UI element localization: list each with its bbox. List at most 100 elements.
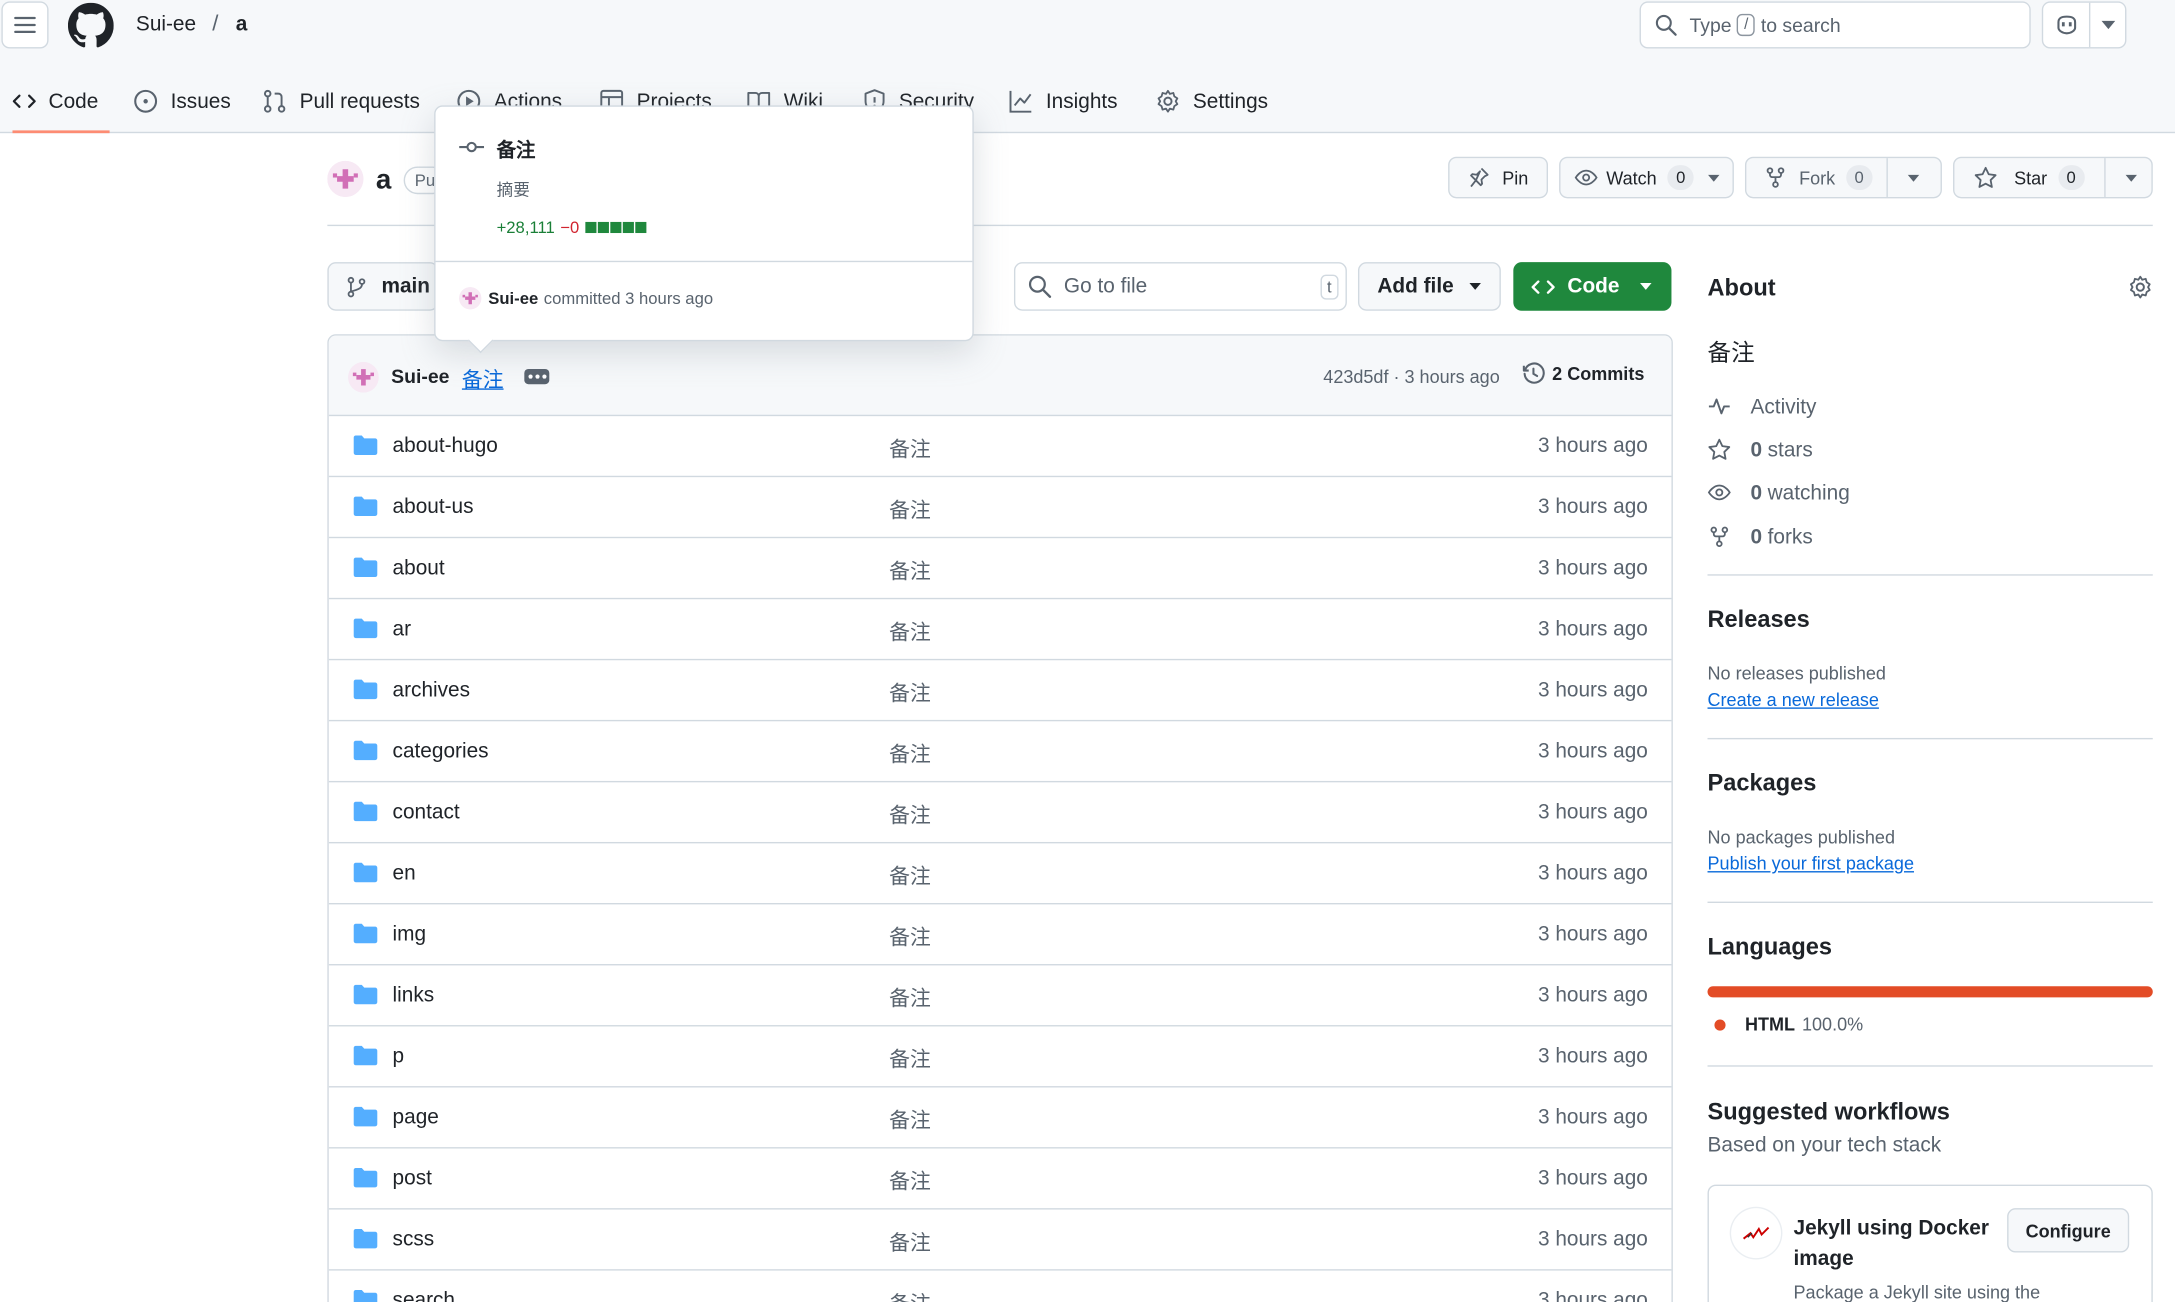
file-row[interactable]: img 备注 3 hours ago xyxy=(328,904,1672,966)
branch-selector[interactable]: main xyxy=(327,262,439,311)
file-name-link[interactable]: links xyxy=(393,983,435,1007)
copilot-dropdown[interactable] xyxy=(2090,20,2125,30)
tab-issues[interactable]: Issues xyxy=(133,72,231,130)
file-row[interactable]: scss 备注 3 hours ago xyxy=(328,1210,1672,1271)
file-row[interactable]: ar 备注 3 hours ago xyxy=(328,599,1672,661)
file-commit-message[interactable]: 备注 xyxy=(889,434,931,463)
file-row[interactable]: archives 备注 3 hours ago xyxy=(328,660,1672,722)
code-button[interactable]: Code xyxy=(1513,262,1672,311)
commits-link[interactable]: 2 Commits xyxy=(1522,362,1644,386)
file-row[interactable]: categories 备注 3 hours ago xyxy=(328,721,1672,783)
file-name-link[interactable]: categories xyxy=(393,739,489,763)
pin-icon xyxy=(1470,167,1489,188)
file-name-link[interactable]: about-us xyxy=(393,495,474,519)
repo-name[interactable]: a xyxy=(376,165,391,197)
file-name-link[interactable]: contact xyxy=(393,800,460,824)
activity-link[interactable]: Activity xyxy=(1708,393,1816,421)
commit-message-link[interactable]: 备注 xyxy=(462,365,504,394)
file-commit-message[interactable]: 备注 xyxy=(889,1167,931,1196)
commit-author[interactable]: Sui-ee xyxy=(391,365,449,387)
fork-count: 0 xyxy=(1846,165,1873,191)
file-row[interactable]: search 备注 3 hours ago xyxy=(329,1271,1672,1302)
file-name-link[interactable]: archives xyxy=(393,678,470,702)
file-commit-message[interactable]: 备注 xyxy=(889,861,931,890)
file-commit-message[interactable]: 备注 xyxy=(889,1228,931,1257)
breadcrumb-owner[interactable]: Sui-ee xyxy=(136,12,196,36)
file-commit-message[interactable]: 备注 xyxy=(889,556,931,585)
tab-insights[interactable]: Insights xyxy=(1008,72,1118,130)
file-commit-message[interactable]: 备注 xyxy=(889,800,931,829)
file-row[interactable]: about-hugo 备注 3 hours ago xyxy=(328,416,1672,478)
file-name-link[interactable]: about xyxy=(393,556,445,580)
breadcrumb-repo[interactable]: a xyxy=(236,12,248,36)
folder-icon xyxy=(353,679,378,700)
create-release-link[interactable]: Create a new release xyxy=(1708,689,1879,710)
file-row[interactable]: en 备注 3 hours ago xyxy=(328,843,1672,905)
file-row[interactable]: contact 备注 3 hours ago xyxy=(328,782,1672,844)
star-button[interactable]: Star 0 xyxy=(1953,156,2153,199)
publish-package-link[interactable]: Publish your first package xyxy=(1708,853,1914,874)
file-name-link[interactable]: post xyxy=(393,1167,432,1191)
fork-button[interactable]: Fork 0 xyxy=(1744,156,1942,199)
star-dropdown[interactable] xyxy=(2103,158,2157,197)
file-row[interactable]: page 备注 3 hours ago xyxy=(328,1087,1672,1149)
file-name-link[interactable]: img xyxy=(393,922,427,946)
language-html[interactable]: HTML 100.0% xyxy=(1714,1014,1863,1035)
go-to-file-placeholder: Go to file xyxy=(1063,274,1148,299)
commit-meta[interactable]: 423d5df · 3 hours ago xyxy=(1323,366,1499,387)
file-name-link[interactable]: search xyxy=(393,1289,455,1302)
popover-commit-title[interactable]: 备注 xyxy=(497,136,536,164)
file-commit-message[interactable]: 备注 xyxy=(889,983,931,1012)
folder-icon xyxy=(353,618,378,639)
file-row[interactable]: about 备注 3 hours ago xyxy=(328,538,1672,600)
file-commit-message[interactable]: 备注 xyxy=(889,1044,931,1073)
add-file-button[interactable]: Add file xyxy=(1357,262,1501,311)
packages-heading[interactable]: Packages xyxy=(1708,770,1817,798)
folder-icon xyxy=(353,1290,378,1302)
owner-avatar[interactable] xyxy=(327,160,364,197)
tab-code[interactable]: Code xyxy=(12,72,110,134)
github-logo-icon[interactable] xyxy=(67,2,114,49)
about-heading: About xyxy=(1707,274,1776,302)
tab-pull-requests[interactable]: Pull requests xyxy=(262,72,420,130)
forks-link[interactable]: 0 forks xyxy=(1708,523,1813,551)
file-commit-message[interactable]: 备注 xyxy=(889,678,931,707)
file-row[interactable]: post 备注 3 hours ago xyxy=(328,1149,1672,1210)
popover-author[interactable]: Sui-ee xyxy=(488,289,538,308)
file-row[interactable]: links 备注 3 hours ago xyxy=(328,965,1672,1027)
configure-button[interactable]: Configure xyxy=(2007,1208,2130,1253)
file-commit-message[interactable]: 备注 xyxy=(889,617,931,646)
file-commit-message[interactable]: 备注 xyxy=(889,739,931,768)
stars-link[interactable]: 0 stars xyxy=(1708,436,1813,464)
commit-ellipsis-button[interactable] xyxy=(524,368,550,385)
file-name-link[interactable]: en xyxy=(393,861,416,885)
file-commit-message[interactable]: 备注 xyxy=(889,1106,931,1135)
watch-dropdown[interactable] xyxy=(1702,158,1731,197)
star-icon xyxy=(1974,166,1997,188)
copilot-button[interactable] xyxy=(2041,1,2127,49)
menu-button[interactable] xyxy=(1,1,49,49)
file-commit-message[interactable]: 备注 xyxy=(889,1289,931,1302)
copilot-main[interactable] xyxy=(2043,2,2091,48)
eye-icon xyxy=(1707,484,1731,501)
file-commit-message[interactable]: 备注 xyxy=(889,922,931,951)
gear-icon[interactable] xyxy=(2128,275,2153,300)
file-row[interactable]: about-us 备注 3 hours ago xyxy=(328,477,1672,539)
watch-button[interactable]: Watch 0 xyxy=(1559,156,1734,199)
file-name-link[interactable]: ar xyxy=(393,617,412,641)
releases-heading[interactable]: Releases xyxy=(1708,606,1810,634)
fork-dropdown[interactable] xyxy=(1886,158,1939,197)
pin-button[interactable]: Pin xyxy=(1448,156,1549,199)
tab-settings[interactable]: Settings xyxy=(1155,72,1268,130)
file-row[interactable]: p 备注 3 hours ago xyxy=(328,1026,1672,1088)
file-name-link[interactable]: about-hugo xyxy=(393,434,498,458)
commit-author-avatar[interactable] xyxy=(348,362,379,393)
popover-avatar[interactable] xyxy=(459,287,482,310)
file-name-link[interactable]: p xyxy=(393,1044,405,1068)
search-input[interactable]: Type / to search xyxy=(1639,1,2031,49)
file-name-link[interactable]: page xyxy=(393,1106,439,1130)
file-commit-message[interactable]: 备注 xyxy=(889,495,931,524)
file-name-link[interactable]: scss xyxy=(393,1228,435,1252)
watching-link[interactable]: 0 watching xyxy=(1707,479,1850,507)
go-to-file-input[interactable]: Go to file t xyxy=(1013,262,1347,311)
